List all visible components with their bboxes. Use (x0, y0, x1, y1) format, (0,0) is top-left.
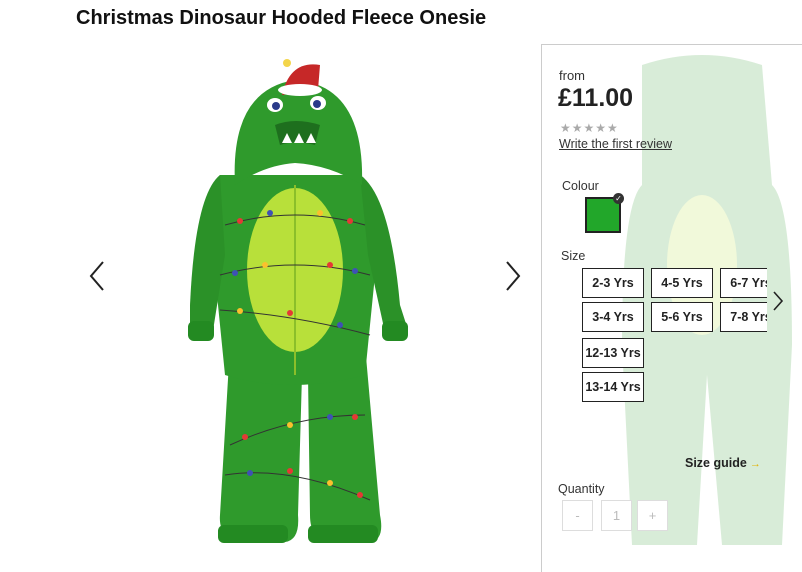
chevron-left-icon (89, 261, 104, 291)
quantity-label: Quantity (558, 482, 605, 496)
product-image (188, 59, 408, 543)
size-option[interactable]: 13-14 Yrs (582, 372, 644, 402)
product-details-panel: from £11.00 ★★★★★ Write the first review… (541, 44, 802, 572)
page-title: Christmas Dinosaur Hooded Fleece Onesie (76, 7, 487, 29)
size-option[interactable]: 3-4 Yrs (582, 302, 644, 332)
next-image-button[interactable] (498, 256, 528, 296)
size-option[interactable]: 5-6 Yrs (651, 302, 713, 332)
quantity-input[interactable]: 1 (601, 500, 632, 531)
chevron-right-icon (773, 291, 784, 311)
size-next-button[interactable] (768, 286, 788, 316)
arrow-right-icon: → (749, 458, 761, 470)
quantity-increase-button[interactable]: + (637, 500, 668, 531)
size-option[interactable]: 6-7 Yrs (720, 268, 767, 298)
previous-image-button[interactable] (82, 256, 112, 296)
size-option[interactable]: 4-5 Yrs (651, 268, 713, 298)
size-option[interactable]: 2-3 Yrs (582, 268, 644, 298)
quantity-decrease-button[interactable]: - (562, 500, 593, 531)
product-image-gallery (60, 40, 540, 560)
size-guide-link[interactable]: Size guide → (685, 456, 761, 470)
size-guide-label: Size guide (685, 456, 747, 470)
size-option[interactable]: 12-13 Yrs (582, 338, 644, 368)
chevron-right-icon (506, 261, 521, 291)
size-option[interactable]: 7-8 Yrs (720, 302, 767, 332)
